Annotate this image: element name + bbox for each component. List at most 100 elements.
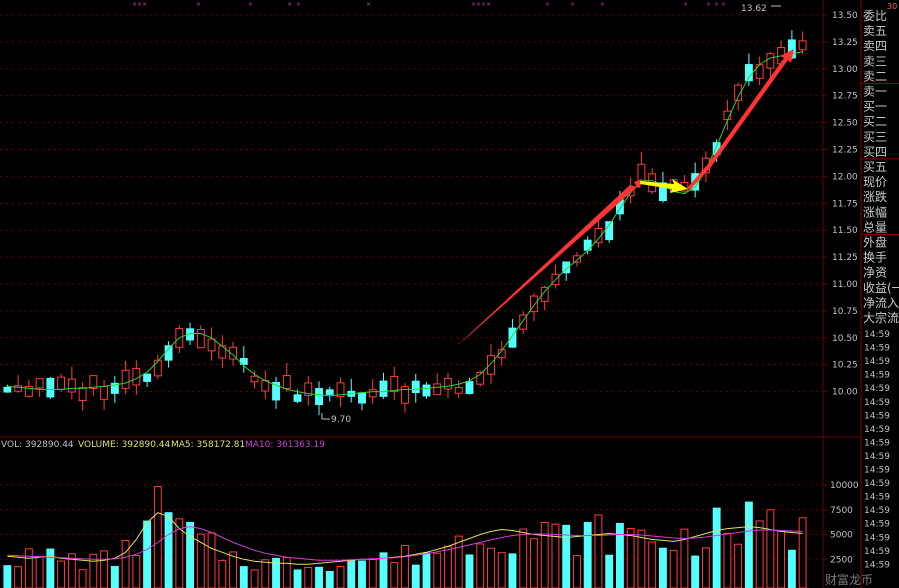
volume-bar — [57, 560, 66, 588]
candle-body — [57, 376, 66, 391]
volume-bar — [691, 555, 700, 588]
low-annotation: 9.70 — [331, 415, 351, 425]
candle-body — [293, 394, 302, 402]
price-tick-label: 13.50 — [832, 11, 858, 21]
volume-bar — [454, 535, 463, 588]
candle-body — [325, 389, 334, 395]
stock-chart[interactable]: × × × × × × × × × × × × × × × × × × × 13.62 9.70 13.50 13.2… — [0, 0, 899, 588]
price-tick-label: 11.25 — [832, 253, 858, 263]
volume-bar — [390, 562, 399, 588]
trade-time: 14:59 — [864, 493, 890, 503]
candle-body — [465, 381, 474, 394]
price-axis: 13.50 13.25 13.00 12.75 12.50 12.25 12.00 11.75… — [823, 11, 858, 398]
volume-bar — [777, 530, 786, 588]
quote-label: 卖二 — [863, 69, 887, 83]
trade-time: 14:59 — [864, 560, 890, 570]
candle-body — [454, 386, 463, 394]
price-ma-line — [7, 51, 803, 397]
quote-label: 外盘 — [863, 235, 887, 250]
volume-tick-label: 5000 — [830, 531, 853, 541]
quote-label: 收益(一 — [863, 281, 899, 295]
price-tick-label: 13.25 — [832, 38, 858, 48]
volume-bar — [615, 522, 624, 588]
volume-bars — [3, 486, 807, 588]
volume-bar — [336, 566, 345, 588]
candle-body — [196, 329, 205, 349]
trade-time: 14:59 — [864, 466, 890, 476]
event-marker: × — [366, 1, 371, 8]
volume-bar — [519, 528, 528, 588]
trade-time: 14:59 — [864, 547, 890, 557]
trend-arrows — [456, 49, 794, 345]
price-tick-label: 11.00 — [832, 280, 858, 290]
quote-label: 涨跌 — [863, 189, 887, 204]
volume-bar — [347, 559, 356, 588]
volume-bar — [164, 512, 173, 588]
candle-body — [143, 373, 152, 382]
volume-bar — [648, 541, 657, 588]
quote-label: 卖一 — [863, 85, 887, 99]
volume-bar — [444, 545, 452, 588]
volume-bar — [293, 569, 302, 588]
quote-label: 卖五 — [863, 24, 887, 38]
event-marker: × — [600, 1, 605, 8]
volume-tick-label: 2500 — [830, 555, 853, 565]
trade-time: 14:59 — [864, 398, 890, 408]
quote-label: 涨幅 — [863, 204, 887, 219]
price-tick-label: 11.75 — [832, 199, 858, 209]
volume-bar — [186, 521, 195, 588]
price-tick-label: 10.50 — [832, 334, 858, 344]
volume-bar — [540, 521, 549, 588]
candle-body — [411, 380, 420, 393]
volume-bar — [153, 486, 162, 588]
trade-time: 14:59 — [864, 425, 890, 435]
candle-body — [35, 378, 44, 389]
watermark: 财富龙币 — [825, 572, 873, 587]
price-ma-lines — [7, 51, 803, 397]
volume-bar — [261, 559, 270, 588]
quote-label: 大宗流 — [863, 310, 899, 325]
candle-body — [583, 239, 592, 251]
trend-arrow-1 — [456, 179, 642, 345]
volume-bar — [787, 549, 796, 588]
trade-time: 14:59 — [864, 479, 890, 489]
price-candles — [3, 30, 807, 416]
volume-bar — [24, 548, 33, 588]
event-marker: × — [486, 1, 491, 8]
candle-body — [766, 53, 775, 69]
volume-bar — [132, 554, 141, 588]
event-marker: × — [570, 1, 575, 8]
legend-volume: VOLUME: 392890.44 — [78, 440, 171, 450]
trade-time: 14:59 — [864, 357, 890, 367]
quote-label: 现价 — [863, 175, 887, 189]
volume-bar — [368, 558, 377, 588]
price-tick-label: 12.75 — [832, 92, 858, 102]
candle-body — [444, 377, 452, 390]
candle-body — [207, 338, 216, 352]
price-tick-label: 12.25 — [832, 146, 858, 156]
volume-bar — [476, 543, 485, 588]
quote-label: 买五 — [863, 160, 887, 174]
volume-bar — [734, 543, 743, 588]
price-tick-label: 10.00 — [832, 388, 858, 398]
trade-time: 14:59 — [864, 384, 890, 394]
volume-legend: VOL: 392890.44 VOLUME: 392890.44 MA5: 35… — [1, 440, 325, 450]
price-tick-label: 10.25 — [832, 361, 858, 371]
volume-bar — [755, 520, 764, 588]
trade-time: 14:59 — [864, 371, 890, 381]
volume-bar — [465, 554, 474, 588]
event-marker: × — [196, 1, 201, 8]
quote-label: 买二 — [863, 115, 887, 129]
trade-time: 14:59 — [864, 438, 890, 448]
volume-bar — [304, 566, 313, 588]
volume-bar — [325, 571, 334, 588]
volume-bar — [530, 538, 538, 588]
volume-bar — [239, 566, 248, 588]
volume-bar — [100, 550, 109, 588]
volume-bar — [626, 528, 635, 588]
candle-body — [250, 375, 259, 383]
trade-time: 14:59 — [864, 411, 890, 421]
volume-bar — [143, 520, 152, 588]
quote-label: 换手 — [863, 251, 887, 265]
quote-label: 买一 — [863, 100, 887, 114]
